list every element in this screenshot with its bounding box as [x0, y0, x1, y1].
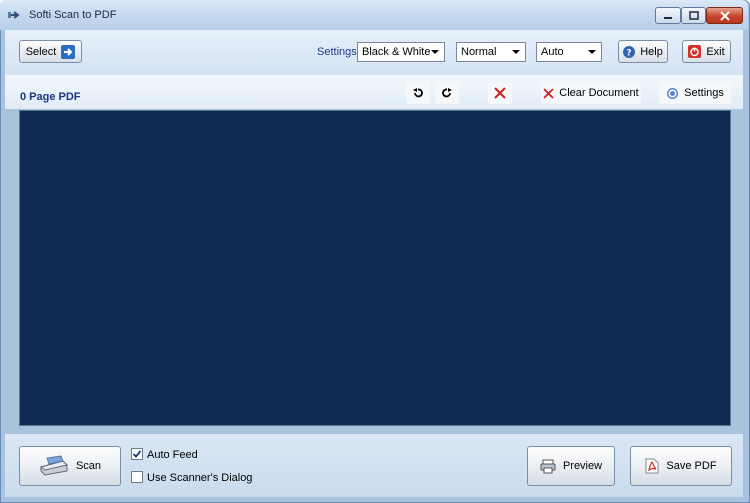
save-pdf-label: Save PDF — [666, 460, 717, 472]
rotate-right-icon — [442, 88, 452, 98]
scanner-dialog-checkbox[interactable] — [131, 471, 143, 483]
app-logo-icon — [8, 11, 20, 19]
document-settings-label: Settings — [684, 87, 724, 99]
preview-button[interactable]: Preview — [527, 446, 615, 486]
help-icon: ? — [623, 45, 636, 58]
arrow-right-icon — [61, 44, 76, 59]
scanner-icon — [39, 455, 68, 476]
preview-label: Preview — [562, 460, 603, 472]
select-button[interactable]: Select — [19, 40, 82, 63]
checkmark-icon — [132, 450, 142, 458]
chevron-down-icon — [512, 50, 520, 54]
pdf-file-icon — [645, 458, 659, 474]
document-title: 0 Page PDF — [20, 91, 81, 103]
help-button[interactable]: ? Help — [618, 40, 668, 63]
window-title: Softi Scan to PDF — [29, 9, 117, 21]
rotate-right-button[interactable] — [435, 82, 459, 104]
svg-text:?: ? — [627, 48, 632, 58]
minimize-button[interactable] — [655, 7, 681, 24]
clear-icon — [543, 87, 554, 99]
chevron-down-icon — [588, 50, 596, 54]
delete-icon — [494, 87, 506, 99]
select-label: Select — [25, 45, 57, 58]
help-label: Help — [640, 45, 663, 58]
power-icon — [688, 45, 702, 58]
document-settings-button[interactable]: Settings — [659, 82, 731, 104]
printer-icon — [540, 459, 556, 473]
maximize-icon — [688, 11, 699, 20]
quality-select[interactable]: Normal — [456, 42, 526, 62]
delete-page-button[interactable] — [488, 82, 512, 104]
scan-button[interactable]: Scan — [19, 446, 121, 486]
page-size-select[interactable]: Auto — [536, 42, 602, 62]
close-icon — [719, 10, 730, 21]
maximize-button[interactable] — [681, 7, 706, 24]
clear-document-label: Clear Document — [559, 87, 639, 99]
settings-label: Settings: — [317, 46, 360, 58]
document-preview-pane[interactable] — [19, 110, 731, 426]
title-bar[interactable]: Softi Scan to PDF — [0, 0, 748, 30]
rotate-left-icon — [413, 88, 423, 98]
auto-feed-label: Auto Feed — [147, 449, 198, 461]
clear-document-button[interactable]: Clear Document — [541, 82, 641, 104]
exit-label: Exit — [706, 45, 725, 58]
color-mode-value: Black & White — [362, 46, 431, 58]
color-mode-select[interactable]: Black & White — [357, 42, 445, 62]
close-button[interactable] — [706, 7, 743, 24]
gear-icon — [667, 87, 679, 99]
chevron-down-icon — [431, 50, 439, 54]
minimize-icon — [664, 16, 672, 19]
rotate-left-button[interactable] — [406, 82, 430, 104]
quality-value: Normal — [461, 46, 497, 58]
scan-label: Scan — [75, 460, 102, 472]
auto-feed-checkbox[interactable] — [131, 448, 143, 460]
save-pdf-button[interactable]: Save PDF — [630, 446, 732, 486]
scanner-dialog-label: Use Scanner's Dialog — [147, 472, 253, 484]
exit-button[interactable]: Exit — [682, 40, 731, 63]
page-size-value: Auto — [541, 46, 564, 58]
